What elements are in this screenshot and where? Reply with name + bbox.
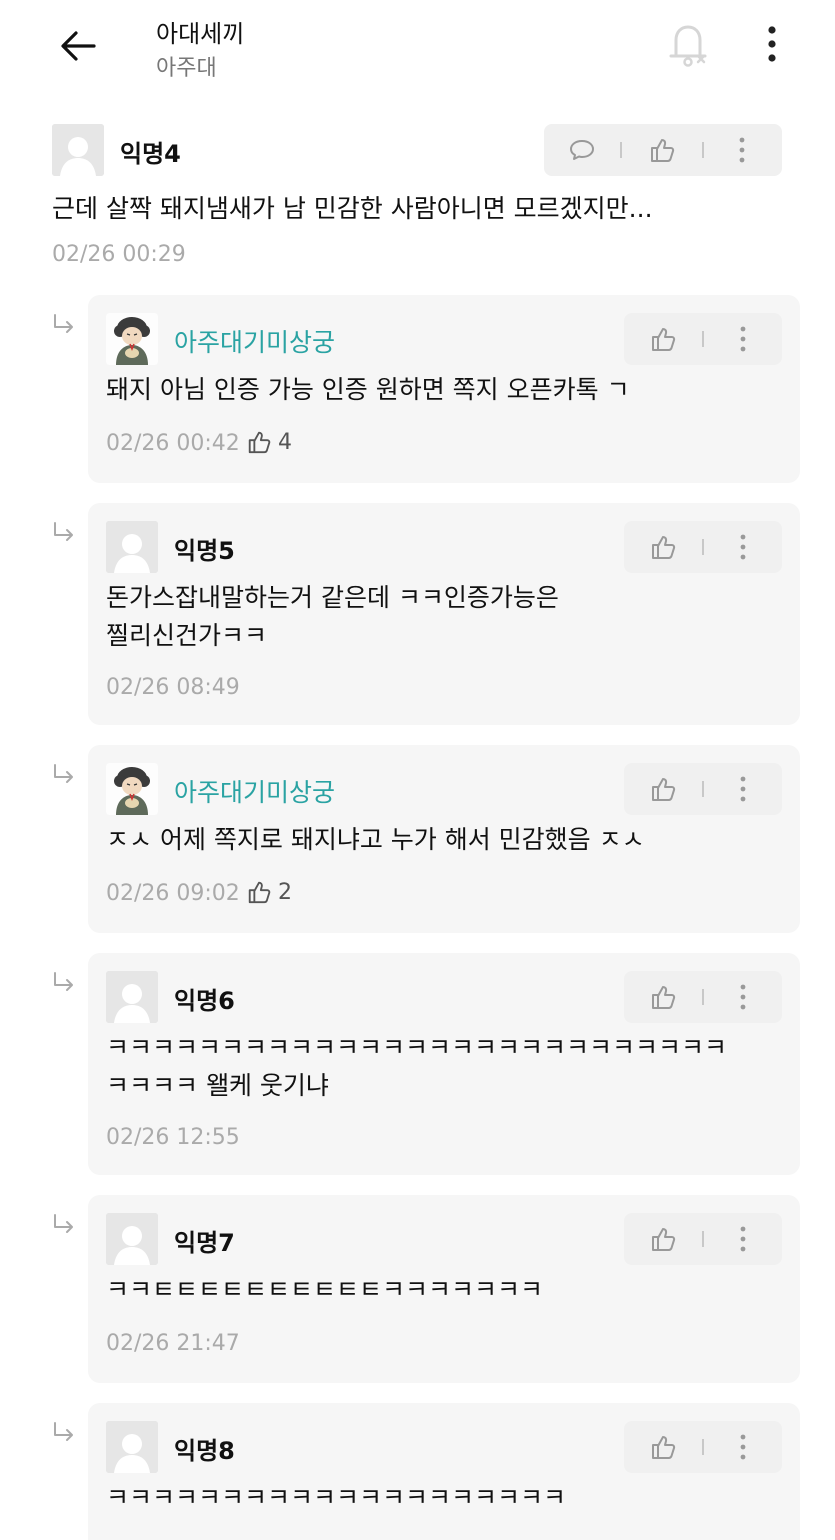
author-name: 익명7 [174, 1229, 235, 1257]
more-vertical-icon [740, 534, 746, 560]
reply-text: ㅋㅋㅌㅌㅌㅌㅌㅌㅌㅌㅌㅌㅋㅋㅋㅋㅋㅋㅋ [106, 1275, 544, 1304]
avatar [106, 521, 158, 573]
school-name: 아주대 [156, 56, 217, 81]
reply-date: 02/26 12:55 [106, 1125, 240, 1150]
comment-date: 02/26 00:29 [52, 242, 186, 267]
default-avatar-icon [106, 521, 158, 573]
more-vertical-icon [740, 326, 746, 352]
reply-date: 02/26 09:02 [106, 881, 240, 906]
more-vertical-icon [740, 1434, 746, 1460]
thumbs-up-icon [248, 431, 271, 454]
default-avatar-icon [106, 1213, 158, 1265]
reply-comment: 익명8 ㅋㅋㅋㅋㅋㅋㅋㅋㅋㅋㅋㅋㅋㅋㅋㅋㅋㅋㅋㅋ [88, 1403, 800, 1540]
reply-button[interactable] [544, 124, 620, 176]
top-bar: 아대세끼 아주대 [0, 0, 835, 100]
thumbs-up-icon [248, 881, 271, 904]
author-name: 아주대기미상궁 [174, 328, 336, 357]
reply-actions [624, 971, 782, 1023]
like-button[interactable] [624, 313, 702, 365]
default-avatar-icon [106, 971, 158, 1023]
comment-more-button[interactable] [704, 124, 780, 176]
reply-date: 02/26 21:47 [106, 1331, 240, 1356]
more-vertical-icon [768, 26, 776, 62]
reply-comment: 아주대기미상궁 돼지 아님 인증 가능 인증 원하면 쪽지 오픈카톡 ㄱ 02/2… [88, 295, 800, 483]
reply-more-button[interactable] [704, 763, 782, 815]
comment: 익명4 근데 살짝 돼지냄새가 남 민감한 사람아니면 모르겠지만... 02/… [0, 118, 835, 288]
reply-comment: 익명5 돈가스잡내말하는거 같은데 ㅋㅋ인증가능은 찔리신건가ㅋㅋ 02/26 0… [88, 503, 800, 725]
notification-off-button[interactable] [664, 18, 712, 70]
speech-bubble-icon [570, 140, 594, 160]
default-avatar-icon [106, 1421, 158, 1473]
author-name: 익명6 [174, 987, 235, 1015]
avatar [106, 763, 158, 815]
author-name: 익명5 [174, 537, 235, 565]
reply-comment: 익명6 ㅋㅋㅋㅋㅋㅋㅋㅋㅋㅋㅋㅋㅋㅋㅋㅋㅋㅋㅋㅋㅋㅋㅋㅋㅋㅋㅋ ㅋㅋㅋㅋ 왤케 … [88, 953, 800, 1175]
bell-off-icon [669, 25, 707, 67]
reply-actions [624, 521, 782, 573]
reply-indent-icon [50, 1213, 78, 1241]
reply-actions [624, 313, 782, 365]
like-count-value: 2 [278, 879, 292, 905]
reply-more-button[interactable] [704, 1213, 782, 1265]
reply-more-button[interactable] [704, 521, 782, 573]
reply-actions [624, 763, 782, 815]
avatar [106, 1213, 158, 1265]
like-button[interactable] [624, 521, 702, 573]
reply-date: 02/26 00:42 [106, 431, 240, 456]
reply-comment: 익명7 ㅋㅋㅌㅌㅌㅌㅌㅌㅌㅌㅌㅌㅋㅋㅋㅋㅋㅋㅋ 02/26 21:47 [88, 1195, 800, 1383]
like-button[interactable] [624, 1421, 702, 1473]
like-count: 4 [246, 429, 292, 455]
comment-text: 근데 살짝 돼지냄새가 남 민감한 사람아니면 모르겠지만... [52, 194, 653, 223]
board-title: 아대세끼 [156, 20, 245, 48]
like-count: 2 [246, 879, 292, 905]
character-avatar-icon [106, 313, 158, 365]
reply-indent-icon [50, 971, 78, 999]
reply-indent-icon [50, 521, 78, 549]
avatar [106, 1421, 158, 1473]
author-name: 익명8 [174, 1437, 235, 1465]
more-vertical-icon [740, 1226, 746, 1252]
reply-text: ㅋㅋㅋㅋㅋㅋㅋㅋㅋㅋㅋㅋㅋㅋㅋㅋㅋㅋㅋㅋ [106, 1483, 567, 1512]
author-name: 익명4 [120, 140, 181, 168]
reply-text: ㅋㅋㅋㅋㅋㅋㅋㅋㅋㅋㅋㅋㅋㅋㅋㅋㅋㅋㅋㅋㅋㅋㅋㅋㅋㅋㅋ ㅋㅋㅋㅋ 왤케 웃기냐 [106, 1033, 728, 1100]
reply-text: 돼지 아님 인증 가능 인증 원하면 쪽지 오픈카톡 ㄱ [106, 375, 630, 404]
reply-indent-icon [50, 763, 78, 791]
avatar [106, 313, 158, 365]
reply-indent-icon [50, 313, 78, 341]
reply-date: 02/26 08:49 [106, 675, 240, 700]
thumbs-up-icon [652, 328, 676, 351]
like-button[interactable] [624, 763, 702, 815]
thumbs-up-icon [652, 1228, 676, 1251]
arrow-left-icon [61, 31, 96, 61]
thumbs-up-icon [652, 778, 676, 801]
thumbs-up-icon [652, 536, 676, 559]
like-button[interactable] [624, 1213, 702, 1265]
like-button[interactable] [624, 971, 702, 1023]
default-avatar-icon [52, 124, 104, 176]
thumbs-up-icon [652, 1436, 676, 1459]
more-vertical-icon [740, 984, 746, 1010]
reply-actions [624, 1213, 782, 1265]
reply-more-button[interactable] [704, 1421, 782, 1473]
reply-comment: 아주대기미상궁 ㅈㅅ 어제 쪽지로 돼지냐고 누가 해서 민감했음 ㅈㅅ 02/2… [88, 745, 800, 933]
author-name: 아주대기미상궁 [174, 778, 336, 807]
reply-more-button[interactable] [704, 313, 782, 365]
back-button[interactable] [56, 24, 100, 68]
reply-text: 돈가스잡내말하는거 같은데 ㅋㅋ인증가능은 찔리신건가ㅋㅋ [106, 583, 559, 650]
thumbs-up-icon [652, 986, 676, 1009]
like-count-value: 4 [278, 429, 292, 455]
more-vertical-icon [740, 776, 746, 802]
character-avatar-icon [106, 763, 158, 815]
reply-actions [624, 1421, 782, 1473]
more-options-button[interactable] [752, 20, 792, 68]
more-vertical-icon [739, 137, 745, 163]
reply-indent-icon [50, 1421, 78, 1449]
reply-more-button[interactable] [704, 971, 782, 1023]
comment-actions [544, 124, 782, 176]
like-button[interactable] [622, 124, 702, 176]
avatar [52, 124, 104, 176]
thumbs-up-icon [651, 139, 675, 162]
avatar [106, 971, 158, 1023]
reply-text: ㅈㅅ 어제 쪽지로 돼지냐고 누가 해서 민감했음 ㅈㅅ [106, 825, 645, 854]
